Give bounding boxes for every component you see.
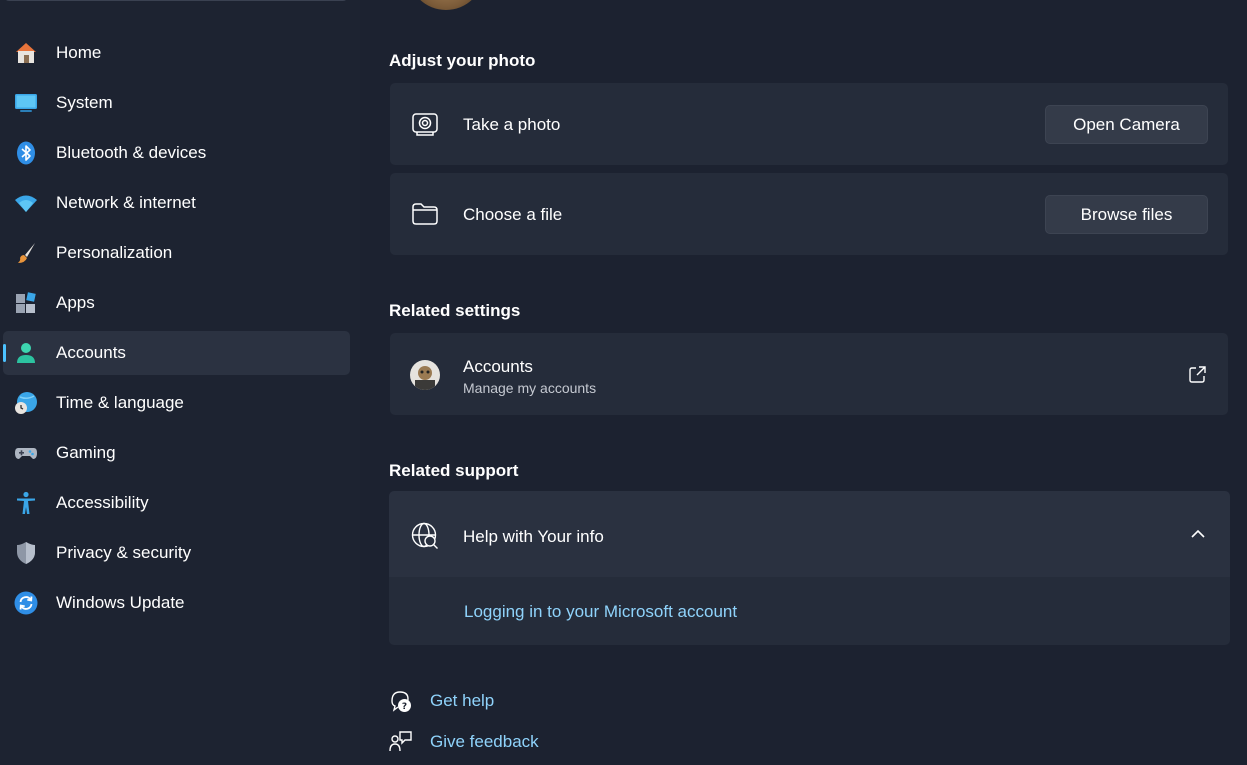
bluetooth-icon [17,141,35,165]
feedback-icon [389,731,412,752]
help-expander-body: Logging in to your Microsoft account [389,577,1230,645]
wifi-icon [15,195,37,212]
globe-search-icon [411,522,438,549]
camera-icon [412,113,438,136]
browse-files-button[interactable]: Browse files [1045,195,1208,234]
help-expander-header[interactable]: Help with Your info [389,491,1230,577]
sidebar: Home System Bluetooth & devices Network … [0,0,360,765]
accounts-link-card[interactable]: Accounts Manage my accounts [390,333,1228,415]
sidebar-item-privacy-security[interactable]: Privacy & security [3,531,350,575]
sidebar-item-network[interactable]: Network & internet [3,181,350,225]
home-icon [16,43,36,63]
give-feedback-label: Give feedback [430,732,539,751]
choose-file-card: Choose a file Browse files [390,173,1228,255]
choose-file-label: Choose a file [463,205,563,224]
sidebar-item-system[interactable]: System [3,81,350,125]
search-box[interactable] [4,0,348,1]
microsoft-account-help-link[interactable]: Logging in to your Microsoft account [464,602,737,622]
sidebar-item-time-language[interactable]: Time & language [3,381,350,425]
accounts-link-sublabel: Manage my accounts [463,380,597,396]
related-settings-title: Related settings [389,301,521,320]
apps-icon [16,292,36,313]
sidebar-item-label: Accounts [56,343,126,362]
profile-photo [408,0,484,10]
help-icon: ? [391,691,411,712]
sidebar-item-label: Windows Update [56,593,185,612]
system-icon [15,94,37,112]
sidebar-item-home[interactable]: Home [3,31,350,75]
external-link-icon [1189,366,1206,383]
give-feedback-link[interactable]: Give feedback [389,729,539,755]
time-language-icon [15,392,37,414]
help-expander-label: Help with Your info [463,527,604,546]
sidebar-item-personalization[interactable]: Personalization [3,231,350,275]
avatar [410,360,440,390]
take-photo-label: Take a photo [463,115,561,134]
sidebar-item-label: System [56,93,113,112]
sidebar-item-apps[interactable]: Apps [3,281,350,325]
sidebar-item-label: Gaming [56,443,116,462]
svg-text:?: ? [402,702,407,712]
selection-indicator [3,344,6,362]
brush-icon [18,243,35,263]
sidebar-item-windows-update[interactable]: Windows Update [3,581,350,625]
take-photo-card: Take a photo Open Camera [390,83,1228,165]
sidebar-item-bluetooth[interactable]: Bluetooth & devices [3,131,350,175]
get-help-label: Get help [430,691,495,710]
related-support-title: Related support [389,461,519,480]
folder-icon [412,203,438,225]
gamepad-icon [15,448,37,459]
get-help-link[interactable]: ? Get help [389,688,494,714]
shield-icon [17,542,35,564]
sidebar-item-label: Network & internet [56,193,196,212]
sidebar-item-label: Accessibility [56,493,149,512]
sidebar-item-label: Home [56,43,102,62]
sidebar-item-label: Personalization [56,243,173,262]
sidebar-item-accessibility[interactable]: Accessibility [3,481,350,525]
accounts-link-label: Accounts [463,357,533,376]
sidebar-item-gaming[interactable]: Gaming [3,431,350,475]
adjust-photo-title: Adjust your photo [389,51,536,70]
sidebar-item-label: Privacy & security [56,543,192,562]
open-camera-button[interactable]: Open Camera [1045,105,1208,144]
sidebar-item-accounts[interactable]: Accounts [3,331,350,375]
update-icon [14,591,38,615]
sidebar-item-label: Time & language [56,393,184,412]
accessibility-icon [17,491,35,514]
chevron-up-icon[interactable] [1190,528,1206,540]
sidebar-item-label: Apps [56,293,95,312]
accounts-icon [17,343,35,363]
sidebar-item-label: Bluetooth & devices [56,143,207,162]
